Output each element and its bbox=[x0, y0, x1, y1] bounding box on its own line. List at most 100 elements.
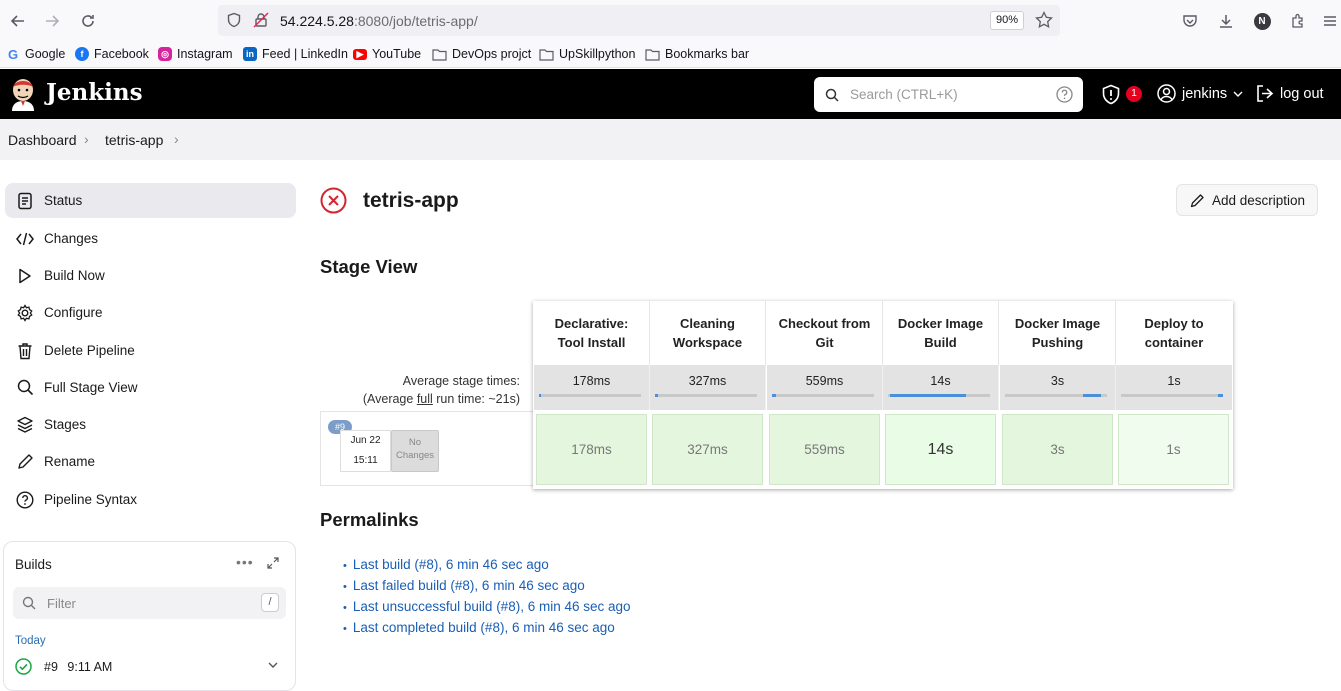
breadcrumb-tetris-app[interactable]: tetris-app bbox=[105, 132, 163, 148]
permalink-last-failed-build[interactable]: Last failed build (#8), 6 min 46 sec ago bbox=[343, 576, 631, 597]
url-text[interactable]: 54.224.5.28:8080/job/tetris-app/ bbox=[280, 13, 478, 29]
filter-input[interactable]: Filter / bbox=[13, 587, 286, 619]
stage-result-cell[interactable]: 327ms bbox=[652, 414, 763, 485]
zoom-level[interactable]: 90% bbox=[990, 11, 1024, 30]
bookmark-google[interactable]: G Google bbox=[6, 46, 65, 62]
help-icon[interactable] bbox=[1056, 86, 1073, 103]
logout-link[interactable]: log out bbox=[1255, 84, 1324, 103]
failed-status-icon bbox=[320, 187, 347, 214]
sidebar-item-label: Status bbox=[44, 193, 83, 208]
bookmark-instagram[interactable]: ◎ Instagram bbox=[158, 47, 233, 61]
jenkins-logo-icon[interactable] bbox=[8, 77, 38, 111]
sidebar-item-delete-pipeline[interactable]: Delete Pipeline bbox=[5, 333, 296, 368]
permalink-last-build[interactable]: Last build (#8), 6 min 46 sec ago bbox=[343, 555, 631, 576]
url-bar[interactable]: 54.224.5.28:8080/job/tetris-app/ 90% bbox=[218, 5, 1060, 36]
stage-avg-cell: 178ms bbox=[534, 365, 650, 410]
chevron-down-icon[interactable] bbox=[1233, 90, 1243, 98]
sidebar-item-rename[interactable]: Rename bbox=[5, 444, 296, 479]
folder-icon bbox=[539, 48, 554, 61]
add-description-button[interactable]: Add description bbox=[1176, 184, 1318, 216]
stage-result-cell[interactable]: 14s bbox=[885, 414, 996, 485]
sidebar-item-label: Pipeline Syntax bbox=[44, 492, 138, 507]
stage-avg-bar-fill bbox=[1217, 394, 1223, 397]
expand-icon[interactable] bbox=[267, 557, 279, 569]
stage-header: Declarative: Tool Install bbox=[534, 301, 650, 365]
download-icon[interactable] bbox=[1214, 9, 1238, 33]
sidebar-item-stages[interactable]: Stages bbox=[5, 407, 296, 442]
stage-avg-bar-fill bbox=[1082, 394, 1101, 397]
search-input[interactable]: Search (CTRL+K) bbox=[850, 87, 958, 102]
stage-avg-bar-fill bbox=[772, 394, 777, 397]
breadcrumb-chevron-icon: › bbox=[84, 131, 89, 147]
bookmark-label: Instagram bbox=[177, 47, 233, 61]
stage-result-cell[interactable]: 1s bbox=[1118, 414, 1229, 485]
permalink-last-unsuccessful-build[interactable]: Last unsuccessful build (#8), 6 min 46 s… bbox=[343, 597, 631, 618]
stage-avg-time: 178ms bbox=[572, 374, 611, 388]
google-icon: G bbox=[7, 46, 19, 62]
sidebar-item-changes[interactable]: Changes bbox=[5, 221, 296, 256]
avg-run-suffix: run time: ~21s) bbox=[432, 392, 520, 406]
back-icon[interactable] bbox=[6, 9, 30, 33]
security-count-badge[interactable]: 1 bbox=[1126, 86, 1142, 102]
stage-result-cell[interactable]: 559ms bbox=[769, 414, 880, 485]
bookmark-folder-upskill[interactable]: UpSkillpython bbox=[539, 47, 635, 61]
bookmark-youtube[interactable]: ▶ YouTube bbox=[353, 47, 421, 61]
sidebar-item-label: Changes bbox=[44, 231, 99, 246]
menu-icon[interactable] bbox=[1318, 9, 1341, 33]
search-icon bbox=[16, 379, 34, 397]
stage-avg-cell: 327ms bbox=[650, 365, 766, 410]
filter-placeholder: Filter bbox=[47, 596, 76, 611]
extensions-icon[interactable] bbox=[1286, 9, 1310, 33]
search-box[interactable]: Search (CTRL+K) bbox=[814, 77, 1083, 112]
play-icon bbox=[16, 267, 34, 285]
sidebar-item-status[interactable]: Status bbox=[5, 183, 296, 218]
breadcrumb: Dashboard › tetris-app › bbox=[0, 119, 1341, 160]
breadcrumb-chevron-icon[interactable]: › bbox=[174, 131, 179, 147]
average-run-time-label: (Average full run time: ~21s) bbox=[363, 392, 520, 406]
sidebar-item-build-now[interactable]: Build Now bbox=[5, 258, 296, 293]
logout-icon bbox=[1257, 85, 1274, 102]
sidebar-item-configure[interactable]: Configure bbox=[5, 295, 296, 330]
security-shield-icon[interactable] bbox=[1101, 84, 1121, 105]
star-icon[interactable] bbox=[1035, 11, 1053, 29]
forward-icon[interactable] bbox=[40, 9, 64, 33]
jenkins-logo-text[interactable]: Jenkins bbox=[46, 79, 143, 106]
insecure-lock-icon[interactable] bbox=[253, 12, 269, 28]
search-icon bbox=[22, 596, 36, 610]
stage-avg-bar-fill bbox=[890, 394, 966, 397]
stage-avg-bar bbox=[1121, 394, 1223, 397]
stage-result-cell[interactable]: 3s bbox=[1002, 414, 1113, 485]
build-row[interactable]: #9 Jun 22 15:11 No Changes bbox=[320, 411, 533, 486]
shield-icon[interactable] bbox=[226, 12, 242, 28]
stage-view-title: Stage View bbox=[320, 256, 418, 277]
profile-initial: N bbox=[1253, 12, 1271, 30]
bookmark-folder-bar[interactable]: Bookmarks bar bbox=[645, 47, 749, 61]
profile-avatar[interactable]: N bbox=[1250, 9, 1274, 33]
average-stage-times-label: Average stage times: bbox=[402, 374, 520, 388]
sidebar-item-pipeline-syntax[interactable]: Pipeline Syntax bbox=[5, 482, 296, 517]
permalink-last-completed-build[interactable]: Last completed build (#8), 6 min 46 sec … bbox=[343, 618, 631, 639]
stage-avg-bar bbox=[655, 394, 757, 397]
sidebar-item-full-stage-view[interactable]: Full Stage View bbox=[5, 370, 296, 405]
permalinks-title: Permalinks bbox=[320, 509, 419, 530]
pocket-icon[interactable] bbox=[1178, 9, 1202, 33]
reload-icon[interactable] bbox=[76, 9, 100, 33]
build-list-item[interactable]: #9 9:11 AM bbox=[44, 660, 112, 674]
stage-result-cell[interactable]: 178ms bbox=[536, 414, 647, 485]
chevron-down-icon[interactable] bbox=[268, 662, 278, 669]
user-name[interactable]: jenkins bbox=[1182, 86, 1227, 102]
full-run-link[interactable]: full bbox=[417, 392, 433, 406]
layers-icon bbox=[16, 416, 34, 434]
bookmark-facebook[interactable]: f Facebook bbox=[75, 47, 149, 61]
user-menu[interactable]: jenkins bbox=[1157, 84, 1243, 103]
gear-icon bbox=[16, 303, 34, 322]
bookmark-linkedin[interactable]: in Feed | LinkedIn bbox=[243, 47, 348, 61]
bookmark-folder-devops[interactable]: DevOps projct bbox=[432, 47, 531, 61]
more-icon[interactable]: ••• bbox=[236, 554, 254, 570]
filter-shortcut-key: / bbox=[261, 593, 279, 612]
avg-run-prefix: (Average bbox=[362, 392, 417, 406]
build-number[interactable]: #9 bbox=[44, 660, 58, 674]
youtube-icon: ▶ bbox=[353, 48, 367, 60]
breadcrumb-dashboard[interactable]: Dashboard bbox=[8, 132, 77, 148]
logout-label[interactable]: log out bbox=[1280, 86, 1324, 102]
